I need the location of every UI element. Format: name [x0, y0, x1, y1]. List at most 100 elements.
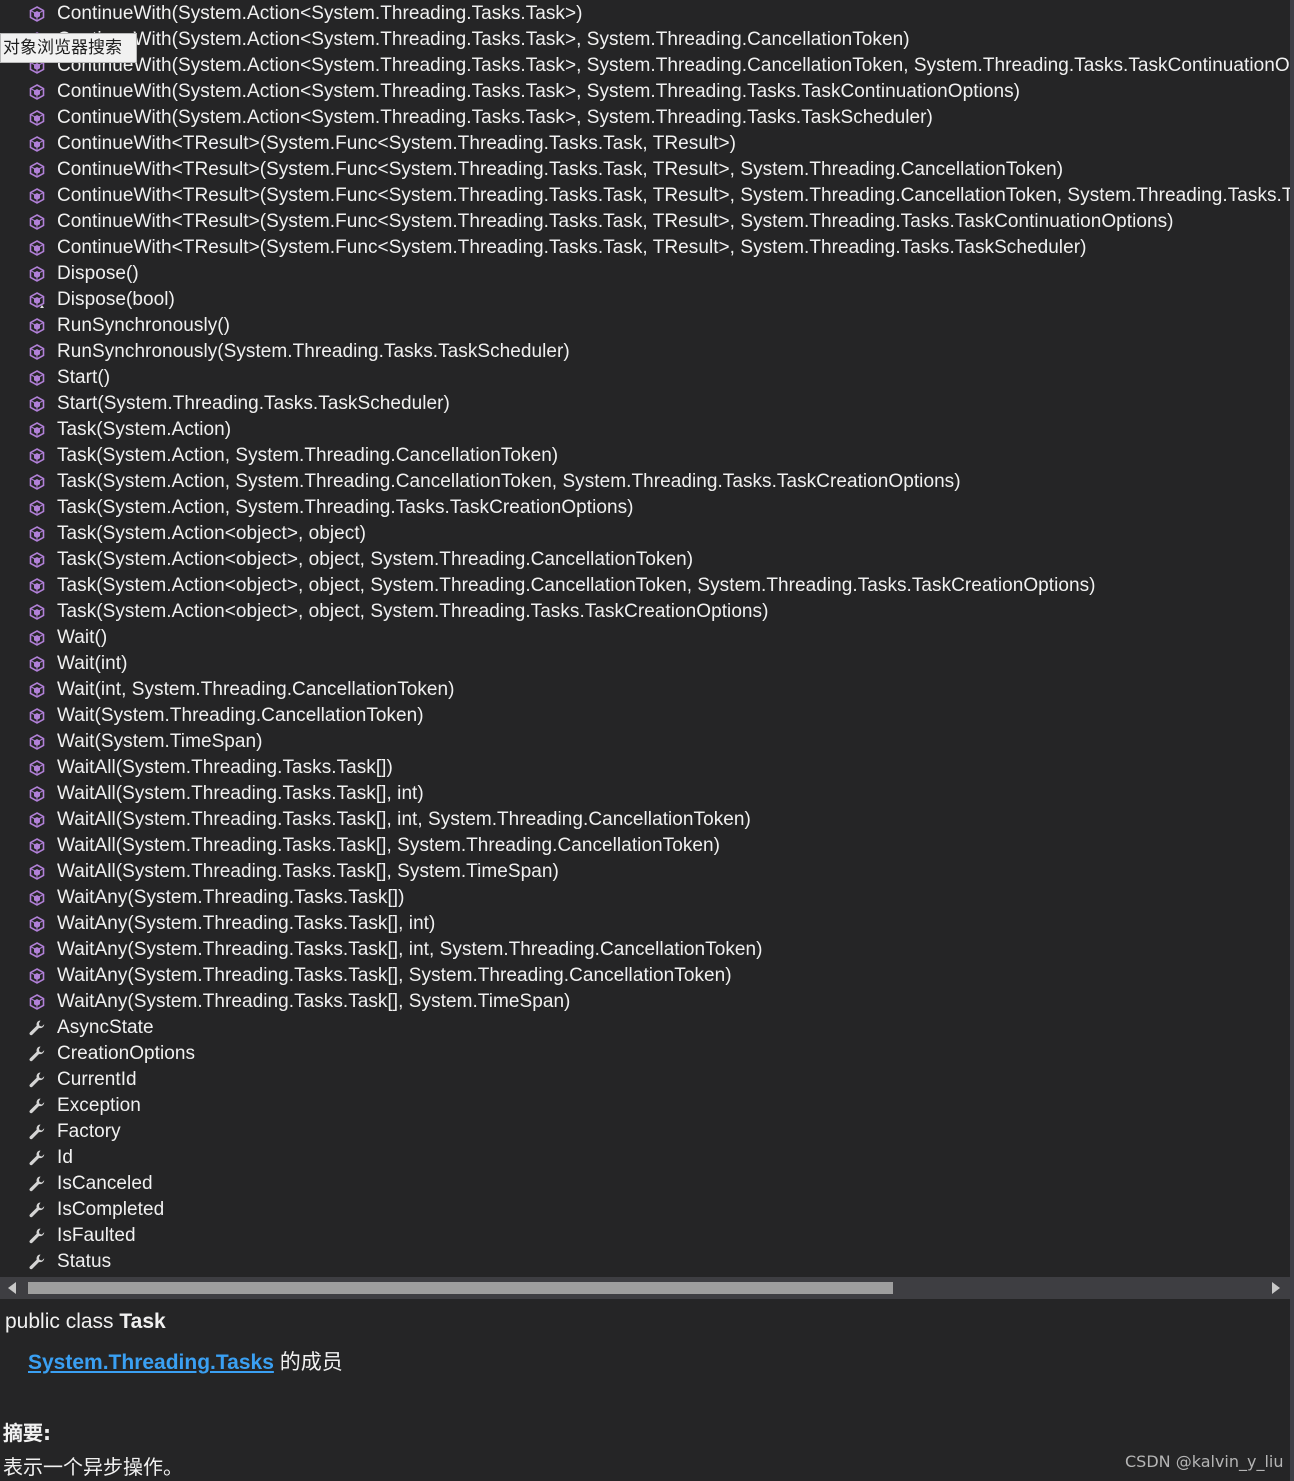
list-item[interactable]: WaitAny(System.Threading.Tasks.Task[], S…	[0, 963, 1290, 989]
method-icon	[28, 733, 46, 751]
list-item-label: Id	[57, 1147, 73, 1168]
list-item-label: Wait(int, System.Threading.CancellationT…	[57, 679, 455, 700]
list-item[interactable]: Wait(int, System.Threading.CancellationT…	[0, 677, 1290, 703]
list-item-label: Task(System.Action, System.Threading.Can…	[57, 471, 961, 492]
scroll-left-icon[interactable]	[8, 1282, 16, 1294]
list-item[interactable]: CreationOptions	[0, 1041, 1290, 1067]
list-item[interactable]: ContinueWith<TResult>(System.Func<System…	[0, 183, 1290, 209]
scroll-right-icon[interactable]	[1272, 1282, 1280, 1294]
description-pane: public class Task System.Threading.Tasks…	[0, 1300, 1290, 1481]
method-icon	[28, 135, 46, 153]
list-item-label: Start(System.Threading.Tasks.TaskSchedul…	[57, 393, 450, 414]
list-item[interactable]: WaitAny(System.Threading.Tasks.Task[])	[0, 885, 1290, 911]
method-icon	[28, 759, 46, 777]
list-item[interactable]: Dispose(bool)	[0, 287, 1290, 313]
list-item[interactable]: Dispose()	[0, 261, 1290, 287]
list-item[interactable]: Exception	[0, 1093, 1290, 1119]
list-item[interactable]: ContinueWith(System.Action<System.Thread…	[0, 53, 1290, 79]
list-item[interactable]: Task(System.Action, System.Threading.Can…	[0, 443, 1290, 469]
list-item[interactable]: Start(System.Threading.Tasks.TaskSchedul…	[0, 391, 1290, 417]
method-icon	[28, 447, 46, 465]
list-item-label: Task(System.Action, System.Threading.Can…	[57, 445, 559, 466]
list-item[interactable]: Task(System.Action<object>, object, Syst…	[0, 599, 1290, 625]
list-item[interactable]: ContinueWith(System.Action<System.Thread…	[0, 79, 1290, 105]
list-item-label: Exception	[57, 1095, 141, 1116]
list-item-label: ContinueWith<TResult>(System.Func<System…	[57, 133, 737, 154]
list-item[interactable]: ContinueWith<TResult>(System.Func<System…	[0, 235, 1290, 261]
list-item[interactable]: IsCanceled	[0, 1171, 1290, 1197]
method-icon	[28, 395, 46, 413]
list-item[interactable]: Id	[0, 1145, 1290, 1171]
summary-heading: 摘要:	[3, 1421, 51, 1445]
list-item[interactable]: Task(System.Action<object>, object, Syst…	[0, 573, 1290, 599]
list-item[interactable]: Task(System.Action, System.Threading.Tas…	[0, 495, 1290, 521]
list-item[interactable]: WaitAny(System.Threading.Tasks.Task[], i…	[0, 911, 1290, 937]
list-item[interactable]: WaitAll(System.Threading.Tasks.Task[])	[0, 755, 1290, 781]
protected-method-icon	[28, 291, 46, 309]
list-item[interactable]: WaitAny(System.Threading.Tasks.Task[], i…	[0, 937, 1290, 963]
list-item-label: ContinueWith(System.Action<System.Thread…	[57, 3, 583, 24]
list-item-label: CreationOptions	[57, 1043, 196, 1064]
list-item[interactable]: Task(System.Action)	[0, 417, 1290, 443]
method-icon	[28, 629, 46, 647]
namespace-link[interactable]: System.Threading.Tasks	[28, 1351, 274, 1374]
method-icon	[28, 993, 46, 1011]
list-item[interactable]: ContinueWith<TResult>(System.Func<System…	[0, 157, 1290, 183]
list-item[interactable]: RunSynchronously()	[0, 313, 1290, 339]
list-item[interactable]: WaitAll(System.Threading.Tasks.Task[], i…	[0, 781, 1290, 807]
method-icon	[28, 681, 46, 699]
search-tooltip: 对象浏览器搜索	[0, 33, 137, 63]
list-item[interactable]: Start()	[0, 365, 1290, 391]
scrollbar-thumb[interactable]	[28, 1282, 893, 1294]
summary-text: 表示一个异步操作。	[3, 1455, 183, 1479]
list-item-label: ContinueWith(System.Action<System.Thread…	[57, 55, 1290, 76]
list-item[interactable]: RunSynchronously(System.Threading.Tasks.…	[0, 339, 1290, 365]
list-item[interactable]: ContinueWith<TResult>(System.Func<System…	[0, 209, 1290, 235]
list-item[interactable]: ContinueWith<TResult>(System.Func<System…	[0, 131, 1290, 157]
list-item-label: WaitAny(System.Threading.Tasks.Task[], i…	[57, 913, 436, 934]
property-icon	[28, 1097, 46, 1115]
list-item-label: Status	[57, 1251, 112, 1272]
list-item-label: RunSynchronously()	[57, 315, 231, 336]
method-icon	[28, 655, 46, 673]
list-item[interactable]: Wait(System.TimeSpan)	[0, 729, 1290, 755]
list-item[interactable]: WaitAll(System.Threading.Tasks.Task[], i…	[0, 807, 1290, 833]
method-icon	[28, 161, 46, 179]
method-icon	[28, 317, 46, 335]
list-item[interactable]: Task(System.Action, System.Threading.Can…	[0, 469, 1290, 495]
list-item-label: WaitAny(System.Threading.Tasks.Task[], i…	[57, 939, 763, 960]
list-item[interactable]: Task(System.Action<object>, object, Syst…	[0, 547, 1290, 573]
list-item-label: Wait(System.TimeSpan)	[57, 731, 263, 752]
list-item[interactable]: Wait()	[0, 625, 1290, 651]
list-item[interactable]: AsyncState	[0, 1015, 1290, 1041]
list-item[interactable]: Status	[0, 1249, 1290, 1275]
property-icon	[28, 1071, 46, 1089]
list-item-label: Task(System.Action<object>, object, Syst…	[57, 549, 694, 570]
horizontal-scrollbar[interactable]	[0, 1277, 1290, 1299]
list-item[interactable]: CurrentId	[0, 1067, 1290, 1093]
list-item-label: Task(System.Action<object>, object)	[57, 523, 367, 544]
method-icon	[28, 265, 46, 283]
list-item[interactable]: ContinueWith(System.Action<System.Thread…	[0, 105, 1290, 131]
list-item-label: IsFaulted	[57, 1225, 136, 1246]
list-item[interactable]: IsCompleted	[0, 1197, 1290, 1223]
list-item[interactable]: Wait(System.Threading.CancellationToken)	[0, 703, 1290, 729]
list-item[interactable]: WaitAny(System.Threading.Tasks.Task[], S…	[0, 989, 1290, 1015]
list-item-label: IsCompleted	[57, 1199, 165, 1220]
list-item-label: ContinueWith(System.Action<System.Thread…	[57, 107, 933, 128]
list-item-label: Task(System.Action)	[57, 419, 232, 440]
list-item[interactable]: Wait(int)	[0, 651, 1290, 677]
method-icon	[28, 83, 46, 101]
list-item[interactable]: ContinueWith(System.Action<System.Thread…	[0, 27, 1290, 53]
list-item[interactable]: WaitAll(System.Threading.Tasks.Task[], S…	[0, 833, 1290, 859]
list-item[interactable]: Factory	[0, 1119, 1290, 1145]
list-item[interactable]: Task(System.Action<object>, object)	[0, 521, 1290, 547]
method-icon	[28, 785, 46, 803]
list-item[interactable]: IsFaulted	[0, 1223, 1290, 1249]
method-icon	[28, 863, 46, 881]
method-icon	[28, 369, 46, 387]
list-item-label: WaitAll(System.Threading.Tasks.Task[])	[57, 757, 393, 778]
list-item-label: ContinueWith<TResult>(System.Func<System…	[57, 211, 1174, 232]
list-item[interactable]: WaitAll(System.Threading.Tasks.Task[], S…	[0, 859, 1290, 885]
list-item[interactable]: ContinueWith(System.Action<System.Thread…	[0, 1, 1290, 27]
